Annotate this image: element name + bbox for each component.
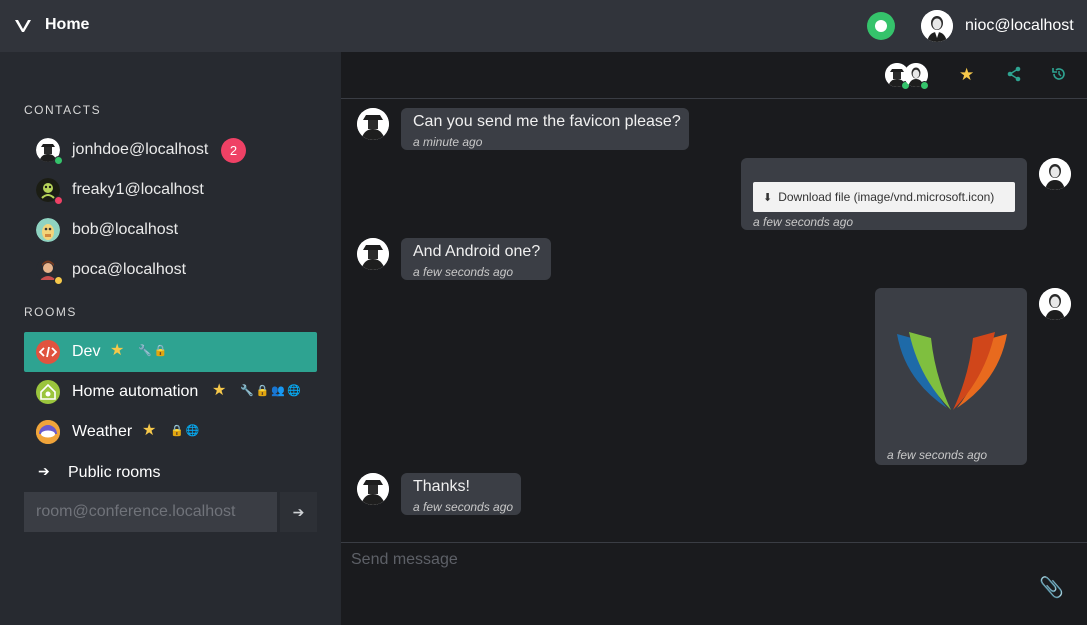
room-item-home-automation[interactable]: Home automation ★ 🔧🔒👥🌐 [24, 372, 317, 412]
occupant-status-dot [920, 81, 929, 90]
room-properties-icons: 🔒🌐 [170, 425, 202, 437]
message-time: a minute ago [413, 135, 483, 149]
message-bubble: a few seconds ago [875, 288, 1027, 465]
page-title[interactable]: Home [45, 16, 89, 34]
share-icon[interactable] [1006, 66, 1022, 82]
message-text: And Android one? [413, 243, 541, 260]
download-label: Download file (image/vnd.microsoft.icon) [778, 190, 995, 204]
public-rooms-link[interactable]: ➔ Public rooms [24, 459, 317, 489]
chat-header: ★ [341, 52, 1087, 99]
contact-item-freaky1[interactable]: freaky1@localhost [24, 172, 317, 208]
room-properties-icons: 🔧🔒👥🌐 [240, 385, 303, 397]
contact-item-jonhdoe[interactable]: jonhdoe@localhost 2 [24, 132, 317, 168]
message-time: a few seconds ago [887, 448, 988, 462]
xmpp-logo-image[interactable] [895, 328, 1009, 418]
top-bar: Home nioc@localhost [0, 0, 1087, 52]
user-avatar[interactable] [921, 10, 953, 42]
message-time: a few seconds ago [413, 500, 514, 514]
room-avatar-house-icon [36, 380, 60, 404]
room-name: Home automation [72, 383, 199, 400]
contact-name: jonhdoe@localhost [72, 141, 209, 158]
message-bubble: And Android one? a few seconds ago [401, 238, 551, 280]
message-text: Can you send me the favicon please? [413, 113, 681, 130]
contact-name: freaky1@localhost [72, 181, 204, 198]
chat-panel: ★ Can you send me the favicon please? a … [341, 52, 1087, 625]
room-name: Dev [72, 343, 101, 360]
contact-name: bob@localhost [72, 221, 179, 238]
sender-avatar [357, 108, 389, 140]
unread-badge: 2 [221, 138, 246, 163]
contact-item-bob[interactable]: bob@localhost [24, 212, 317, 248]
status-dot [54, 196, 63, 205]
room-avatar-code-icon [36, 340, 60, 364]
message-composer: 📎 [341, 542, 1087, 625]
rooms-section-title: ROOMS [24, 305, 77, 319]
message-time: a few seconds ago [753, 215, 854, 229]
join-room-button[interactable]: ➔ [280, 492, 317, 532]
room-properties-icons: 🔧🔒 [138, 345, 170, 357]
message-input[interactable] [351, 551, 1031, 611]
sign-in-icon: ➔ [38, 463, 50, 479]
room-item-weather[interactable]: Weather ★ 🔒🌐 [24, 412, 317, 452]
contact-avatar [36, 218, 60, 242]
sender-avatar [1039, 158, 1071, 190]
app-logo-icon[interactable] [14, 17, 32, 35]
room-name: Weather [72, 423, 133, 440]
download-icon: ⬇ [763, 192, 773, 204]
message-bubble: ⬇ Download file (image/vnd.microsoft.icon… [741, 158, 1027, 230]
favorite-star-icon[interactable]: ★ [959, 66, 974, 84]
message-bubble: Thanks! a few seconds ago [401, 473, 521, 515]
user-name[interactable]: nioc@localhost [965, 17, 1074, 35]
message-bubble: Can you send me the favicon please? a mi… [401, 108, 689, 150]
favorite-star-icon[interactable]: ★ [142, 423, 156, 439]
presence-status-icon[interactable] [867, 12, 895, 40]
sender-avatar [1039, 288, 1071, 320]
message-time: a few seconds ago [413, 265, 514, 279]
favorite-star-icon[interactable]: ★ [110, 343, 124, 359]
public-rooms-label: Public rooms [68, 464, 161, 481]
contacts-section-title: CONTACTS [24, 103, 102, 117]
sidebar: CONTACTS jonhdoe@localhost 2 freaky1@loc… [0, 52, 341, 625]
download-file-button[interactable]: ⬇ Download file (image/vnd.microsoft.icon… [753, 182, 1015, 212]
favorite-star-icon[interactable]: ★ [212, 383, 226, 399]
contact-name: poca@localhost [72, 261, 187, 278]
contact-item-poca[interactable]: poca@localhost [24, 252, 317, 288]
room-item-dev[interactable]: Dev ★ 🔧🔒 [24, 332, 317, 372]
status-dot [54, 156, 63, 165]
sender-avatar [357, 238, 389, 270]
message-text: Thanks! [413, 478, 470, 495]
history-icon[interactable] [1051, 66, 1067, 82]
sender-avatar [357, 473, 389, 505]
join-room-form: ➔ [24, 492, 317, 532]
join-room-input[interactable] [24, 492, 277, 532]
room-avatar-weather-icon [36, 420, 60, 444]
status-dot [54, 276, 63, 285]
paperclip-icon[interactable]: 📎 [1039, 575, 1064, 600]
